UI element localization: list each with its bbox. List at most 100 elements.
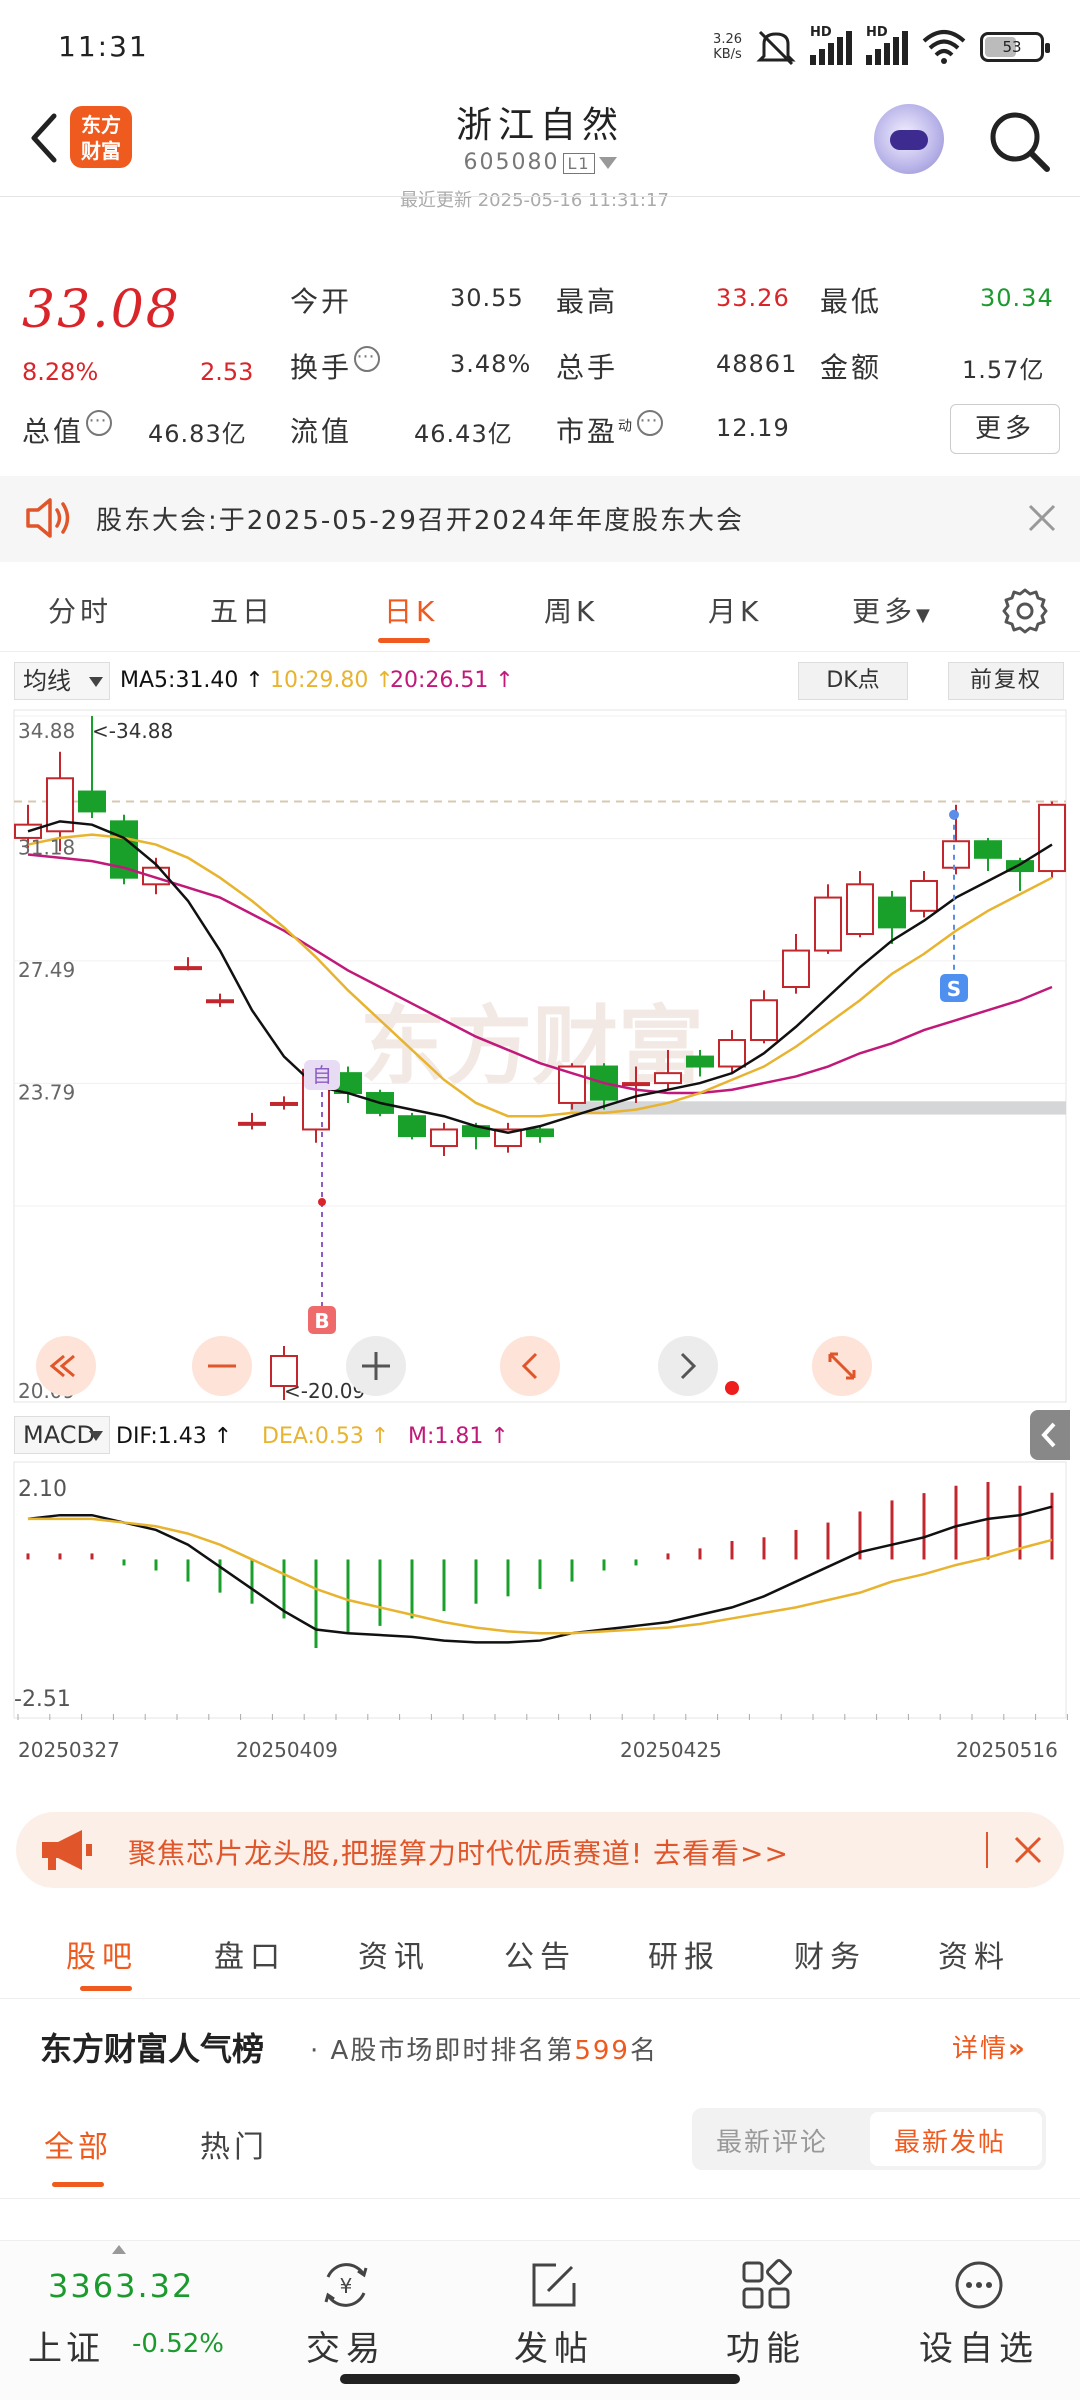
filter-hot[interactable]: 热门: [200, 2122, 268, 2166]
info-icon[interactable]: ⋯: [86, 410, 113, 436]
trade-icon: ¥: [324, 2263, 368, 2307]
sort-latest-post[interactable]: 最新发帖: [894, 2122, 1006, 2159]
label-low: 最低: [820, 285, 883, 318]
price-axis-label: 34.88: [18, 719, 75, 743]
label-market-cap[interactable]: 总值 ⋯: [22, 410, 113, 450]
candle-body: [78, 790, 106, 813]
tab-daily-k[interactable]: 日K: [384, 590, 438, 630]
close-icon[interactable]: [1024, 500, 1060, 536]
price-axis-label: 23.79: [18, 1080, 75, 1104]
tab-announcements[interactable]: 公告: [504, 1932, 576, 1976]
value-market-cap: 46.83亿: [148, 420, 247, 448]
tab-profile[interactable]: 资料: [938, 1932, 1010, 1976]
date-axis-label: 20250327: [18, 1738, 120, 1762]
macd-top-label: 2.10: [18, 1477, 67, 1502]
tab-finance[interactable]: 财务: [794, 1932, 866, 1976]
candle-body: [782, 949, 810, 989]
candle-body: [654, 1072, 682, 1085]
tab-more[interactable]: 更多▼: [852, 590, 934, 630]
candle-body: [750, 999, 778, 1042]
gear-icon[interactable]: [1000, 586, 1050, 636]
tab-monthly-k[interactable]: 月K: [708, 590, 762, 630]
index-name[interactable]: 上证: [28, 2321, 104, 2370]
nav-functions[interactable]: 功能: [696, 2257, 836, 2370]
ma10-value: 10:29.80 ↑: [270, 668, 394, 693]
candle-body: [718, 1039, 746, 1068]
info-icon[interactable]: ⋯: [637, 410, 664, 436]
close-icon[interactable]: [1012, 1834, 1044, 1866]
value-pe: 12.19: [716, 414, 790, 442]
candle-body: [238, 1121, 266, 1126]
search-icon[interactable]: [984, 106, 1054, 176]
promo-banner[interactable]: 聚焦芯片龙头股,把握算力时代优质赛道! 去看看>>: [16, 1812, 1064, 1888]
divider: [0, 2198, 1080, 2199]
adjust-button[interactable]: 前复权: [948, 662, 1064, 700]
chevron-down-icon: [89, 677, 103, 687]
m-value: M:1.81 ↑: [408, 1424, 509, 1449]
candle-body: [430, 1128, 458, 1148]
divider: [986, 1832, 988, 1868]
assistant-avatar[interactable]: [874, 104, 944, 174]
chevron-right-icon[interactable]: [658, 1336, 718, 1396]
chart-period-tabs: 分时 五日 日K 周K 月K 更多▼: [0, 572, 1080, 652]
macd-chart[interactable]: 2.10 -2.51: [0, 1460, 1080, 1720]
update-time: 最近更新 2025-05-16 11:31:17: [400, 190, 669, 211]
tab-pankou[interactable]: 盘口: [214, 1932, 286, 1976]
tab-intraday[interactable]: 分时: [48, 590, 112, 630]
tab-guba[interactable]: 股吧: [66, 1932, 138, 1976]
nav-set-favorite[interactable]: 设自选: [904, 2257, 1054, 2370]
divider: [0, 1998, 1080, 1999]
active-tab-indicator: [80, 1986, 132, 1991]
tab-weekly-k[interactable]: 周K: [544, 590, 598, 630]
sort-latest-comment[interactable]: 最新评论: [716, 2122, 828, 2159]
label-amount: 金额: [820, 351, 883, 384]
svg-text:¥: ¥: [340, 2274, 353, 2298]
value-amount: 1.57亿: [962, 356, 1045, 384]
signal-icon: HD: [810, 25, 852, 65]
dk-point-button[interactable]: DK点: [798, 662, 908, 700]
notice-bar[interactable]: 股东大会:于2025-05-29召开2024年年度股东大会: [0, 476, 1080, 562]
tab-research[interactable]: 研报: [648, 1932, 720, 1976]
megaphone-icon: [42, 1830, 92, 1870]
date-axis-label: 20250516: [956, 1738, 1058, 1762]
info-icon[interactable]: ⋯: [354, 346, 381, 372]
macd-bottom-label: -2.51: [14, 1687, 71, 1712]
ma5-value: MA5:31.40 ↑: [120, 668, 264, 693]
label-float-cap: 流值: [290, 415, 353, 448]
rewind-icon[interactable]: [36, 1336, 96, 1396]
live-dot: [725, 1381, 739, 1395]
indicator-selector[interactable]: 均线: [14, 662, 110, 700]
index-value[interactable]: 3363.32: [48, 2267, 194, 2305]
home-indicator[interactable]: [340, 2374, 740, 2384]
caret-up-icon: [112, 2245, 126, 2254]
macd-selector[interactable]: MACD: [14, 1416, 110, 1454]
label-turnover[interactable]: 换手 ⋯: [290, 346, 381, 386]
candle-body: [622, 1082, 650, 1087]
caret-down-icon: ▼: [916, 605, 934, 626]
filter-all[interactable]: 全部: [44, 2122, 112, 2166]
popularity-rank[interactable]: 东方财富人气榜 · A股市场即时排名第599名 详情»: [0, 2012, 1080, 2082]
candle-body: [526, 1128, 554, 1138]
more-icon: [955, 2261, 1003, 2309]
nav-trade[interactable]: ¥ 交易: [276, 2257, 416, 2370]
kline-chart[interactable]: 东方财富 34.8831.1827.4923.7920.09<-34.88<-2…: [0, 706, 1080, 1406]
chevron-left-icon[interactable]: [500, 1336, 560, 1396]
price-axis-label: 31.18: [18, 836, 75, 860]
rank-detail-link[interactable]: 详情»: [952, 2028, 1027, 2065]
signal-icon-2: HD: [866, 25, 908, 65]
candle-body: [974, 840, 1002, 859]
collapse-panel-button[interactable]: [1030, 1410, 1070, 1460]
candle-body: [1038, 803, 1066, 873]
value-turnover: 3.48%: [450, 350, 532, 378]
buy-marker: B: [314, 1309, 329, 1333]
sell-marker: S: [947, 977, 961, 1001]
nav-post[interactable]: 发帖: [484, 2257, 624, 2370]
battery-icon: 53: [980, 32, 1050, 62]
watermark: 东方财富: [360, 997, 704, 1097]
label-pe[interactable]: 市盈动 ⋯: [556, 410, 664, 450]
tab-five-day[interactable]: 五日: [210, 590, 274, 630]
more-button[interactable]: 更多: [950, 404, 1060, 454]
tab-news[interactable]: 资讯: [358, 1932, 430, 1976]
chevron-left-icon: [1041, 1422, 1056, 1448]
label-volume: 总手: [556, 351, 619, 384]
